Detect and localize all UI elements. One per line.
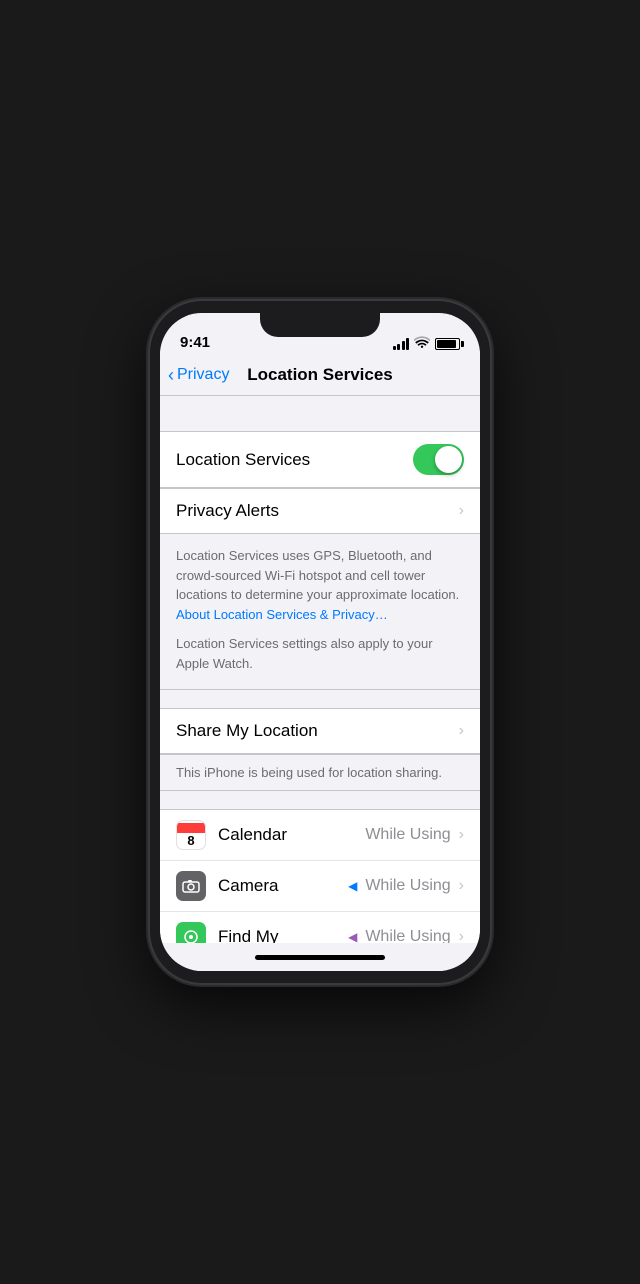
findmy-value: ◀ While Using › (348, 928, 464, 943)
camera-value: ◀ While Using › (348, 877, 464, 895)
calendar-icon-header (177, 823, 205, 833)
share-my-location-group: Share My Location › (160, 708, 480, 754)
findmy-icon (176, 922, 206, 943)
section-gap-mid (160, 690, 480, 708)
signal-bars-icon (393, 338, 410, 350)
phone-screen: 9:41 (160, 313, 480, 971)
privacy-alerts-chevron-icon: › (459, 502, 464, 520)
status-time: 9:41 (180, 334, 210, 351)
app-row-calendar[interactable]: 8 Calendar While Using › (160, 810, 480, 861)
section-gap-top (160, 396, 480, 431)
description-link[interactable]: About Location Services & Privacy… (176, 607, 388, 622)
location-services-label: Location Services (176, 450, 413, 470)
privacy-alerts-row[interactable]: Privacy Alerts › (160, 489, 480, 533)
share-my-location-label: Share My Location (176, 721, 455, 741)
apps-list: 8 Calendar While Using › (160, 809, 480, 943)
camera-chevron-icon: › (459, 877, 464, 895)
findmy-location-arrow-icon: ◀ (348, 930, 357, 943)
app-row-camera[interactable]: Camera ◀ While Using › (160, 861, 480, 912)
nav-title: Location Services (247, 365, 393, 385)
location-services-description: Location Services uses GPS, Bluetooth, a… (160, 534, 480, 690)
toggle-knob (435, 446, 462, 473)
battery-icon (435, 338, 460, 350)
calendar-chevron-icon: › (459, 826, 464, 844)
location-services-group: Location Services (160, 431, 480, 488)
home-indicator (160, 943, 480, 971)
share-my-location-info-text: This iPhone is being used for location s… (176, 765, 442, 780)
wifi-icon (414, 336, 430, 351)
calendar-icon: 8 (176, 820, 206, 850)
privacy-alerts-label: Privacy Alerts (176, 501, 455, 521)
phone-frame: 9:41 (150, 301, 490, 983)
findmy-status: While Using (365, 928, 450, 943)
app-name-calendar: Calendar (218, 825, 365, 845)
section-gap-apps (160, 791, 480, 809)
calendar-icon-body: 8 (185, 833, 196, 848)
share-my-location-row[interactable]: Share My Location › (160, 709, 480, 753)
calendar-value: While Using › (365, 826, 464, 844)
content-area: Location Services Privacy Alerts › Locat… (160, 396, 480, 943)
app-name-findmy: Find My (218, 927, 348, 943)
nav-bar: ‹ Privacy Location Services (160, 357, 480, 396)
privacy-alerts-group: Privacy Alerts › (160, 488, 480, 534)
app-name-camera: Camera (218, 876, 348, 896)
notch (260, 313, 380, 337)
camera-status: While Using (365, 877, 450, 895)
share-my-location-chevron-icon: › (459, 722, 464, 740)
location-services-toggle[interactable] (413, 444, 464, 475)
camera-icon (176, 871, 206, 901)
share-my-location-info: This iPhone is being used for location s… (160, 754, 480, 791)
app-row-findmy[interactable]: Find My ◀ While Using › (160, 912, 480, 943)
back-button[interactable]: ‹ Privacy (168, 365, 229, 386)
back-label: Privacy (177, 366, 229, 384)
status-icons (393, 336, 461, 351)
camera-location-arrow-icon: ◀ (348, 879, 357, 893)
location-services-row: Location Services (160, 432, 480, 487)
description-main-text: Location Services uses GPS, Bluetooth, a… (176, 548, 459, 602)
findmy-chevron-icon: › (459, 928, 464, 943)
calendar-status: While Using (365, 826, 450, 844)
description-secondary-text: Location Services settings also apply to… (176, 634, 464, 673)
back-chevron-icon: ‹ (168, 365, 174, 386)
home-bar (255, 955, 385, 960)
